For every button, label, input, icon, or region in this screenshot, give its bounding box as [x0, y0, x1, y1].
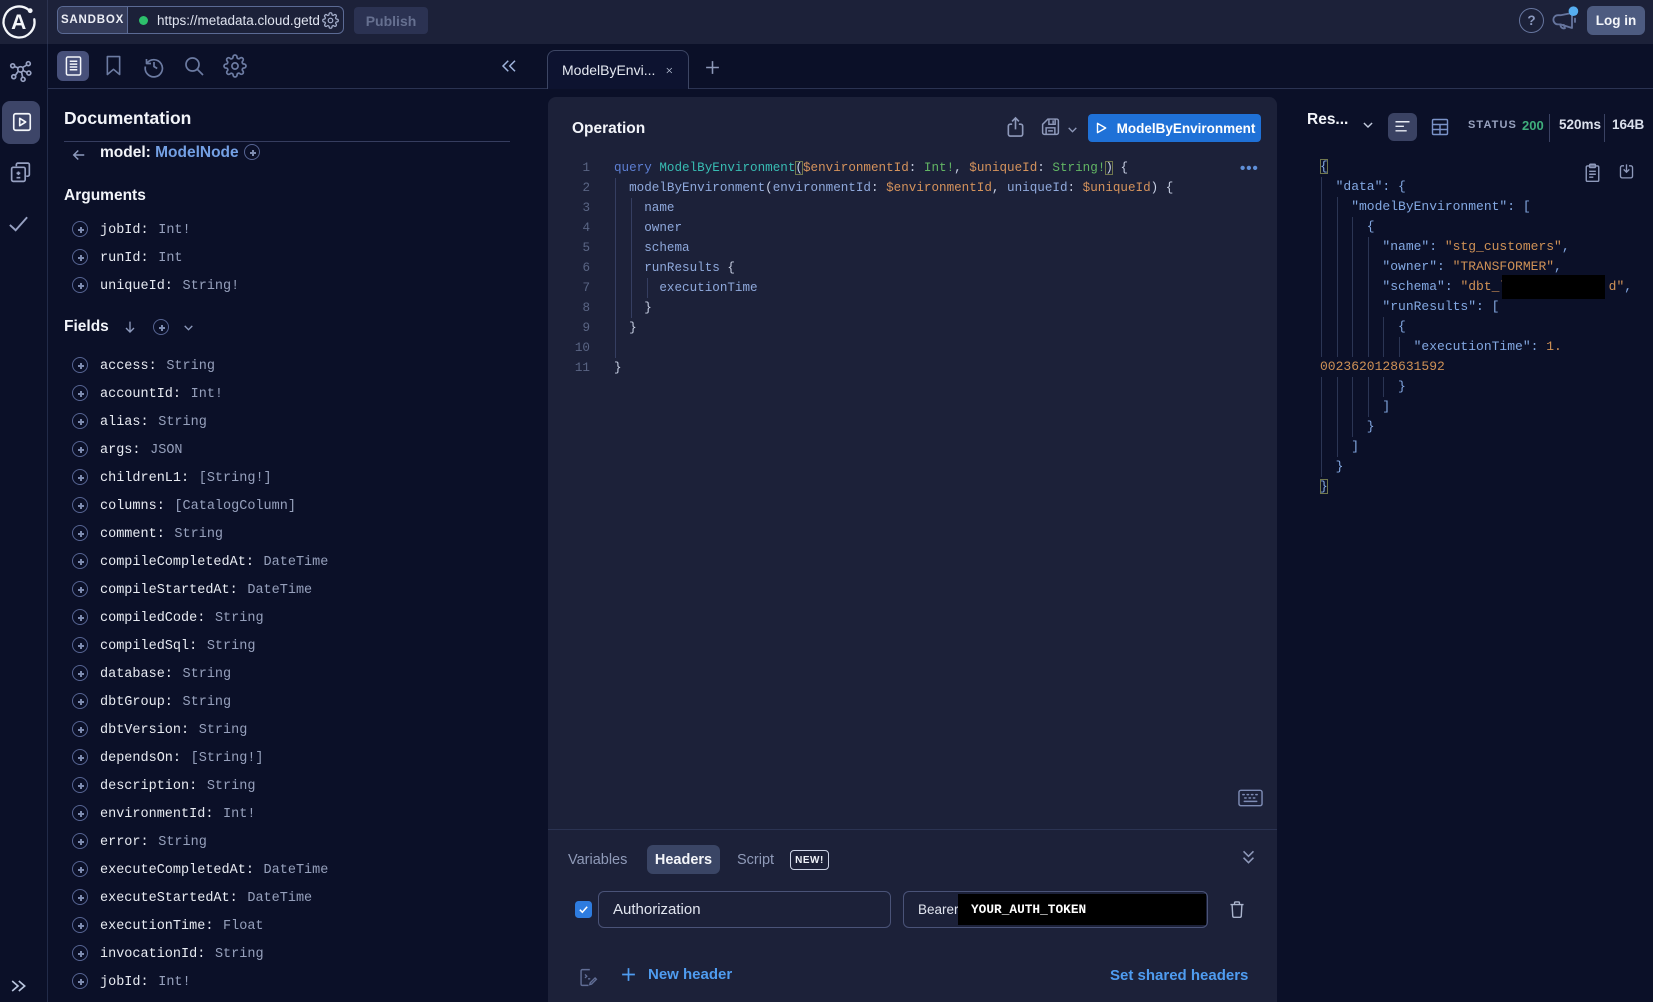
svg-text:A: A: [11, 11, 26, 34]
